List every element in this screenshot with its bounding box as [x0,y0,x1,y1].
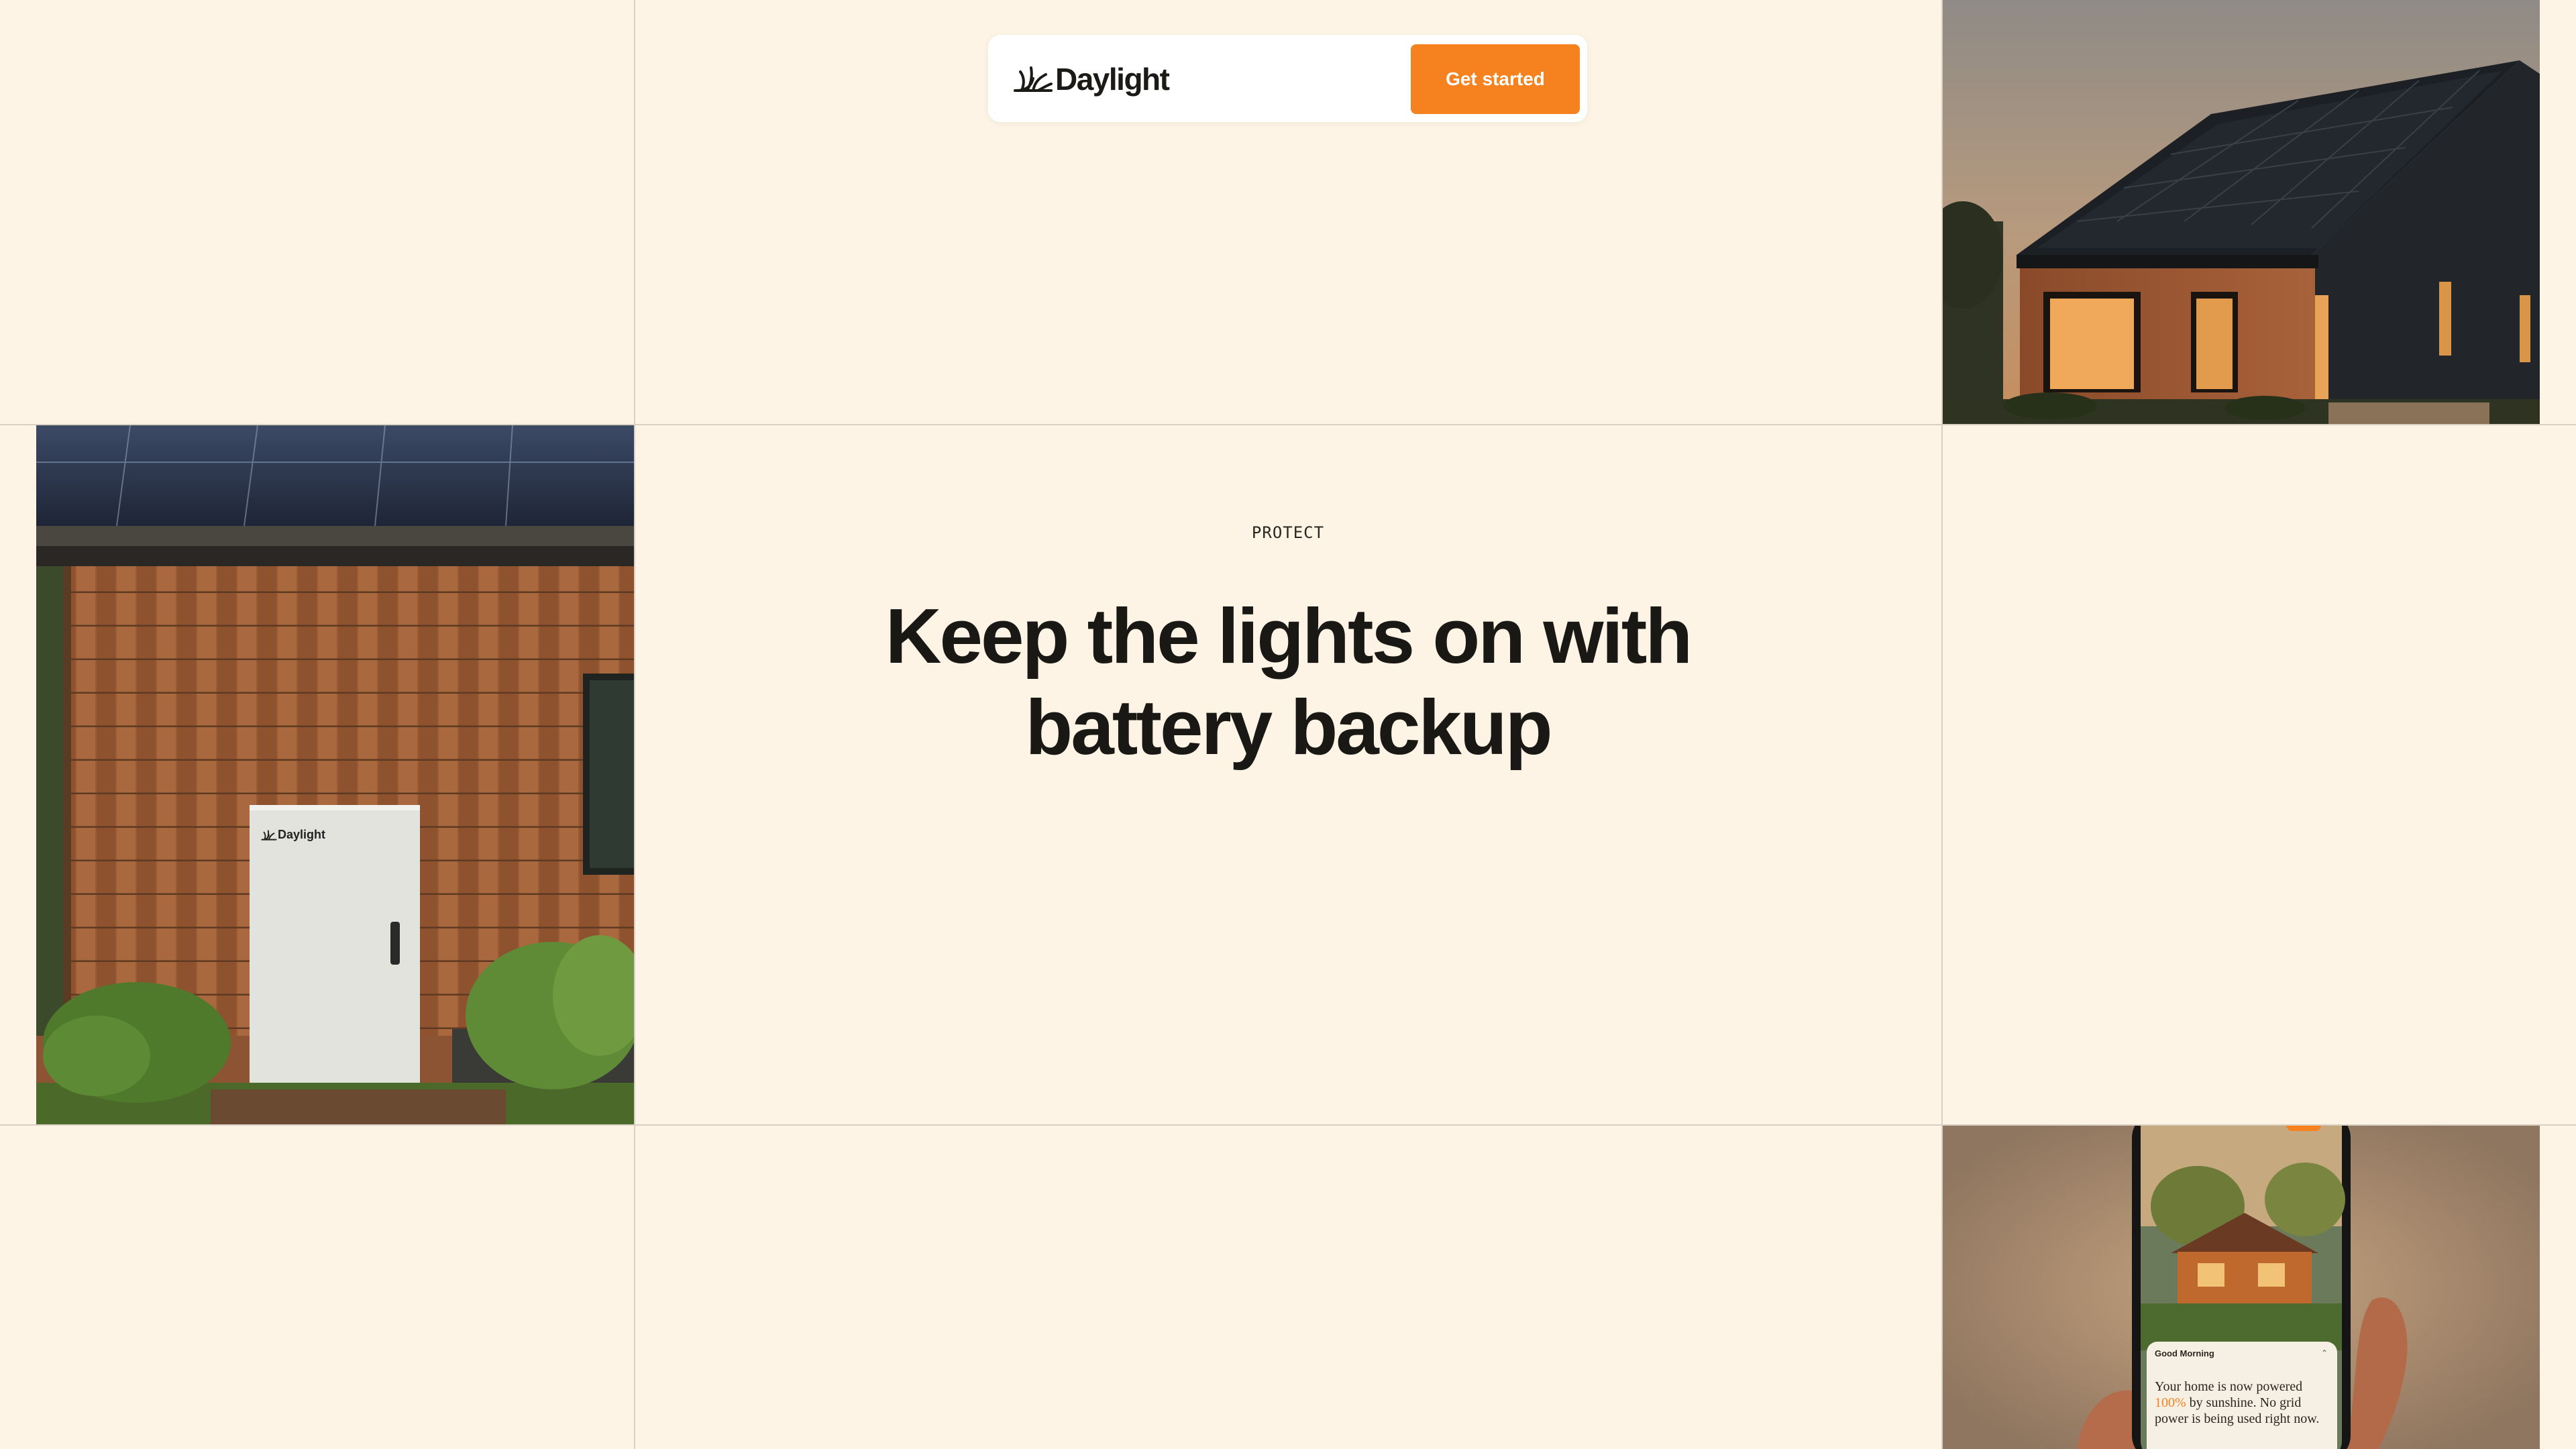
sunburst-logo-icon [1014,66,1053,92]
notification-card[interactable]: Good Morning ⌃ Your home is now powered … [2147,1342,2337,1449]
get-started-button[interactable]: Get started [1411,44,1580,114]
solar-percent: 100% [2155,1395,2186,1410]
brand-name: Daylight [1055,62,1170,97]
battery-unit-brand-name: Daylight [278,828,326,841]
notification-message-line-2: 100% by sunshine. No grid [2155,1395,2329,1411]
notification-message-line-3: power is being used right now. [2155,1411,2320,1426]
hero-headline: Keep the lights on with battery backup [738,590,1838,773]
sunburst-logo-icon [261,829,277,841]
chevron-up-icon[interactable]: ⌃ [2321,1348,2328,1358]
solar-house-dusk-image [1943,0,2540,424]
grid-divider [634,0,635,1449]
notification-message: Your home is now powered 100% by sunshin… [2155,1379,2329,1427]
notification-greeting: Good Morning [2155,1348,2214,1358]
phone-app-image: Good Morning ⌃ Your home is now powered … [1943,1126,2540,1449]
battery-unit-on-house-image: Daylight [36,425,634,1124]
hero-headline-line-2: battery backup [1025,684,1552,771]
section-eyebrow: PROTECT [1251,523,1325,542]
brand-logo-link[interactable]: Daylight [1012,62,1170,97]
site-header: Daylight Get started [988,35,1587,122]
hero-headline-line-1: Keep the lights on with [885,592,1693,680]
battery-unit-brand-label: Daylight [260,828,325,842]
notification-message-line-2-text: by sunshine. No grid [2186,1395,2302,1410]
notification-message-line-1: Your home is now powered [2155,1379,2303,1394]
